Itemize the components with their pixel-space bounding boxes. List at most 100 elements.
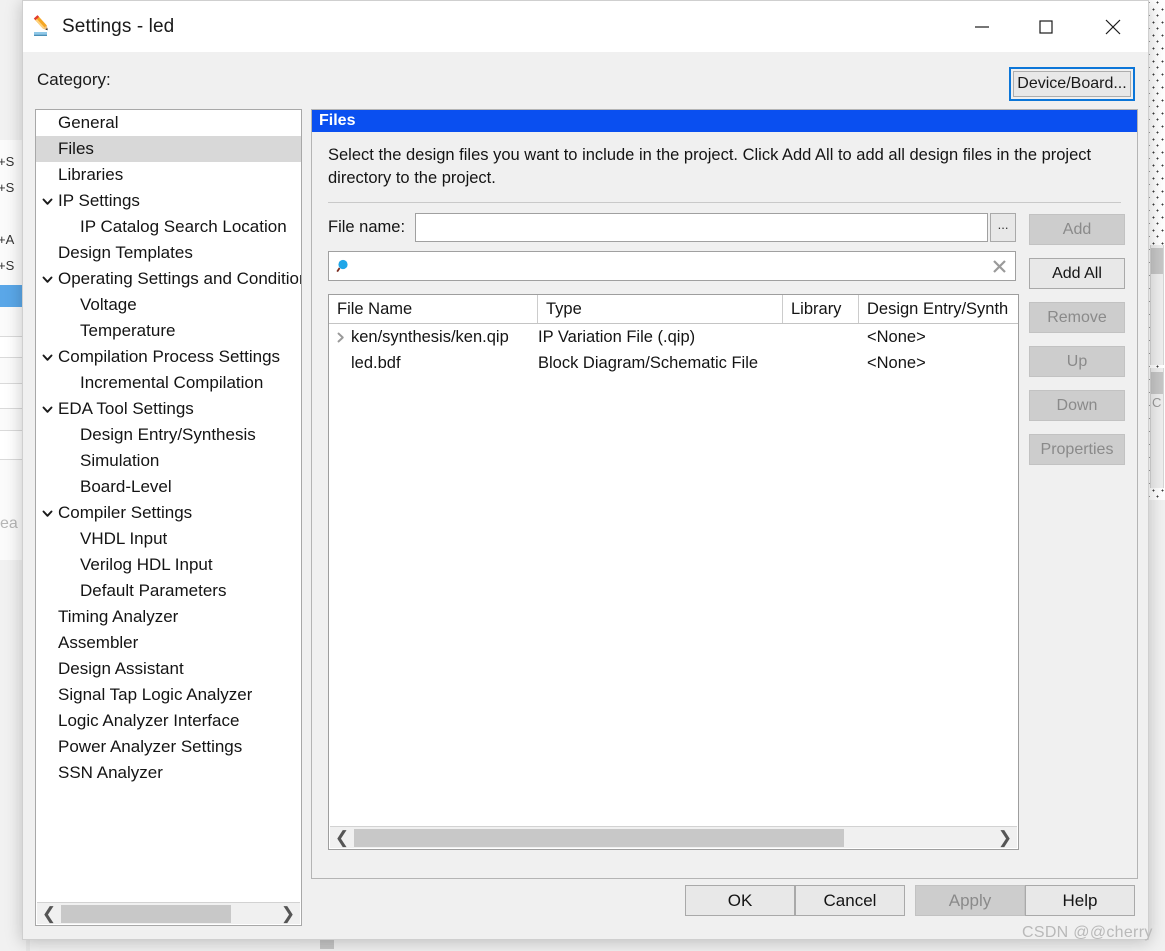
tree-item-label: General — [58, 113, 119, 132]
tree-item-design-entry-synthesis[interactable]: Design Entry/Synthesis — [36, 422, 301, 448]
search-input[interactable] — [329, 252, 1015, 280]
category-tree-list: General Files Libraries IP Settings IP Catal… — [36, 110, 301, 901]
files-panel-description: Select the design files you want to incl… — [328, 146, 1092, 187]
tree-item-files[interactable]: Files — [36, 136, 301, 162]
scroll-left-icon[interactable]: ❮ — [37, 903, 61, 924]
tree-item-label: Default Parameters — [80, 581, 227, 600]
backdrop-text-fragment: ea — [0, 515, 18, 532]
tree-item-vhdl-input[interactable]: VHDL Input — [36, 526, 301, 552]
tree-item-timing-analyzer[interactable]: Timing Analyzer — [36, 604, 301, 630]
help-button[interactable]: Help — [1025, 885, 1135, 916]
backdrop-selected-row — [0, 285, 24, 307]
down-button: Down — [1029, 390, 1125, 421]
clear-icon[interactable] — [991, 258, 1008, 280]
scroll-right-icon[interactable]: ❯ — [276, 903, 300, 924]
tree-item-default-parameters[interactable]: Default Parameters — [36, 578, 301, 604]
tree-item-ssn-analyzer[interactable]: SSN Analyzer — [36, 760, 301, 786]
minimize-button[interactable] — [950, 1, 1014, 52]
files-table-body: ken/synthesis/ken.qip IP Variation File (… — [329, 324, 1018, 376]
browse-button[interactable]: ... — [990, 213, 1017, 242]
tree-item-verilog-hdl-input[interactable]: Verilog HDL Input — [36, 552, 301, 578]
tree-item-operating-settings-and-conditions[interactable]: Operating Settings and Conditions — [36, 266, 301, 292]
column-header-design-entry[interactable]: Design Entry/Synth — [859, 295, 1017, 323]
tree-item-label: Assembler — [58, 633, 139, 652]
add-all-button[interactable]: Add All — [1029, 258, 1125, 289]
tree-item-label: VHDL Input — [80, 529, 168, 548]
column-header-type[interactable]: Type — [538, 295, 783, 323]
table-scroll-left-icon[interactable]: ❮ — [330, 827, 354, 848]
backdrop-vertical-scroll-thumb-2[interactable] — [1151, 372, 1163, 394]
close-button[interactable] — [1078, 1, 1148, 52]
table-scroll-right-icon[interactable]: ❯ — [993, 827, 1017, 848]
tree-item-assembler[interactable]: Assembler — [36, 630, 301, 656]
column-header-file-name[interactable]: File Name — [329, 295, 538, 323]
cell-library — [783, 324, 859, 350]
maximize-button[interactable] — [1014, 1, 1078, 52]
table-row[interactable]: led.bdf Block Diagram/Schematic File <None… — [329, 350, 1018, 376]
tree-item-logic-analyzer-interface[interactable]: Logic Analyzer Interface — [36, 708, 301, 734]
tree-item-label: Simulation — [80, 451, 160, 470]
tree-item-design-templates[interactable]: Design Templates — [36, 240, 301, 266]
tree-item-ip-catalog-search-location[interactable]: IP Catalog Search Location — [36, 214, 301, 240]
chevron-down-icon[interactable] — [36, 403, 58, 416]
file-name-input[interactable] — [415, 213, 989, 242]
apply-button: Apply — [915, 885, 1025, 916]
tree-item-power-analyzer-settings[interactable]: Power Analyzer Settings — [36, 734, 301, 760]
tree-item-board-level[interactable]: Board-Level — [36, 474, 301, 500]
column-header-library[interactable]: Library — [783, 295, 859, 323]
chevron-down-icon[interactable] — [36, 351, 58, 364]
tree-item-general[interactable]: General — [36, 110, 301, 136]
chevron-right-icon[interactable] — [329, 331, 351, 344]
chevron-down-icon[interactable] — [36, 273, 58, 286]
cell-library — [783, 350, 859, 376]
files-table-scroll-thumb[interactable] — [354, 828, 844, 847]
ok-button[interactable]: OK — [685, 885, 795, 916]
settings-dialog: Settings - led Category: Device/Board...… — [22, 0, 1149, 940]
chevron-down-icon[interactable] — [36, 507, 58, 520]
tree-item-compiler-settings[interactable]: Compiler Settings — [36, 500, 301, 526]
chevron-down-icon[interactable] — [36, 195, 58, 208]
tree-item-label: Files — [58, 139, 94, 158]
tree-item-label: Verilog HDL Input — [80, 555, 213, 574]
tree-item-label: Logic Analyzer Interface — [58, 711, 240, 730]
tree-item-simulation[interactable]: Simulation — [36, 448, 301, 474]
files-table-header: File Name Type Library Design Entry/Synt… — [329, 295, 1018, 324]
tree-item-temperature[interactable]: Temperature — [36, 318, 301, 344]
tree-item-incremental-compilation[interactable]: Incremental Compilation — [36, 370, 301, 396]
search-icon — [336, 258, 353, 280]
tree-item-eda-tool-settings[interactable]: EDA Tool Settings — [36, 396, 301, 422]
device-board-button[interactable]: Device/Board... — [1013, 71, 1131, 97]
backdrop-shortcut-2: +A — [0, 232, 15, 247]
window-controls — [950, 1, 1148, 52]
tree-item-label: Compiler Settings — [58, 503, 193, 522]
tree-item-label: Operating Settings and Conditions — [58, 269, 301, 288]
category-tree-scroll-thumb[interactable] — [61, 904, 231, 923]
file-name-label: File name: — [328, 218, 406, 236]
search-box[interactable] — [328, 251, 1016, 281]
tree-item-label: Board-Level — [80, 477, 172, 496]
tree-item-label: Design Entry/Synthesis — [80, 425, 256, 444]
files-table-hscrollbar[interactable]: ❮ ❯ — [330, 826, 1017, 848]
tree-item-label: IP Settings — [58, 191, 140, 210]
tree-item-ip-settings[interactable]: IP Settings — [36, 188, 301, 214]
tree-item-signal-tap-logic-analyzer[interactable]: Signal Tap Logic Analyzer — [36, 682, 301, 708]
tree-item-compilation-process-settings[interactable]: Compilation Process Settings — [36, 344, 301, 370]
watermark: CSDN @@cherry — [1022, 924, 1153, 941]
table-row[interactable]: ken/synthesis/ken.qip IP Variation File (… — [329, 324, 1018, 350]
device-board-focus-ring: Device/Board... — [1009, 67, 1135, 101]
pencil-icon — [30, 14, 56, 40]
cell-file-name: led.bdf — [351, 353, 401, 372]
tree-item-label: Design Assistant — [58, 659, 184, 678]
cell-design-entry: <None> — [867, 353, 926, 372]
add-button: Add — [1029, 214, 1125, 245]
backdrop-vertical-scroll-thumb[interactable] — [1151, 248, 1163, 274]
category-tree: General Files Libraries IP Settings IP Catal… — [35, 109, 302, 926]
tree-item-label: Design Templates — [58, 243, 193, 262]
tree-item-voltage[interactable]: Voltage — [36, 292, 301, 318]
tree-item-libraries[interactable]: Libraries — [36, 162, 301, 188]
tree-item-design-assistant[interactable]: Design Assistant — [36, 656, 301, 682]
files-panel-title: Files — [312, 110, 1137, 132]
cancel-button[interactable]: Cancel — [795, 885, 905, 916]
category-tree-hscrollbar[interactable]: ❮ ❯ — [37, 902, 300, 924]
category-label: Category: — [37, 70, 111, 89]
